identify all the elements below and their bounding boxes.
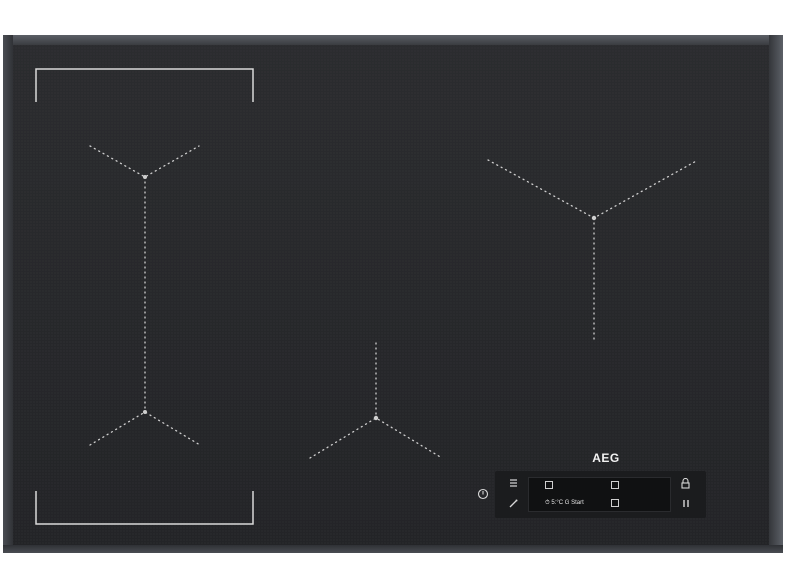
display-status-text: ⏱ 5:°C G Start bbox=[545, 500, 584, 506]
zone-indicator-front-right[interactable] bbox=[611, 481, 619, 489]
zone-indicator-rear-right[interactable] bbox=[611, 499, 619, 507]
center-zone-node bbox=[373, 415, 379, 421]
bridge-zone-bracket-bottom bbox=[35, 491, 254, 525]
left-zone-marker bbox=[89, 145, 201, 446]
right-zone-marker bbox=[487, 159, 699, 344]
power-icon[interactable] bbox=[477, 488, 489, 500]
bridge-zone-bracket-top bbox=[35, 68, 254, 102]
left-zone-node-top bbox=[143, 175, 147, 179]
right-zone-node bbox=[591, 215, 597, 221]
lock-icon[interactable] bbox=[681, 478, 690, 489]
left-zone-node-bottom bbox=[143, 410, 147, 414]
assist-icon[interactable] bbox=[509, 499, 518, 508]
center-zone-marker bbox=[309, 342, 443, 459]
menu-icon[interactable] bbox=[509, 479, 518, 487]
pause-icon[interactable] bbox=[682, 499, 690, 508]
zone-indicator-front-left[interactable] bbox=[545, 481, 553, 489]
brand-logo: AEG bbox=[592, 451, 620, 465]
